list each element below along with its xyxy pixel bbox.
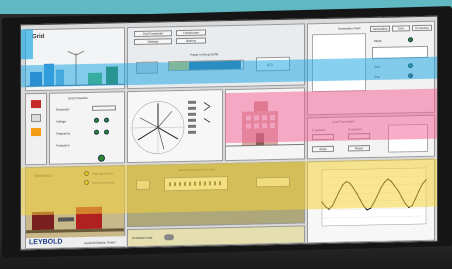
chart-panel [307, 158, 435, 244]
mode-label: Mode [374, 38, 382, 43]
power-title: Power in the grid (W) [190, 52, 219, 57]
grid-illustration [26, 50, 124, 87]
tab-grid[interactable]: Grid [392, 25, 410, 32]
voltage-indicator-2 [104, 117, 109, 123]
phasor-diagram [131, 100, 211, 154]
meter-icon-right [256, 176, 290, 188]
load-title: Load Parameters [332, 119, 356, 124]
mode-indicator [408, 37, 413, 43]
plant-display [312, 33, 366, 93]
phasor-panel [127, 89, 223, 164]
reset-button[interactable]: Reset [348, 145, 370, 152]
load-parameters-panel: Load Parameters P setpoint Q setpoint Ap… [307, 114, 435, 160]
frequency-indicator-2 [104, 129, 109, 135]
measurement-title: Measured values in the grid [178, 167, 215, 173]
plot-area [321, 167, 427, 227]
protection-row-generator: Generator [56, 107, 70, 112]
tab-consumer[interactable]: Consumer [412, 24, 432, 32]
measurement-scale [169, 181, 223, 187]
line-chart [321, 167, 427, 227]
brand-bar: LEYBOLD Leybold Didactic GmbH [26, 236, 126, 249]
pause-icon[interactable] [31, 113, 41, 123]
options-dropdown[interactable]: Options [176, 37, 206, 45]
load-table [388, 123, 428, 153]
app-title: Grid [32, 33, 45, 41]
generator-field[interactable] [92, 105, 116, 111]
protection-main-indicator [98, 154, 105, 162]
generator-title: Generator [34, 172, 53, 179]
measurement-panel: Measured values in the grid [127, 161, 305, 228]
power-bar-fill-blue [189, 60, 241, 70]
brand-footer: Leybold Didactic GmbH [84, 240, 116, 246]
top-control-panel: Grid Parameter Transformer Settings Opti… [127, 23, 305, 90]
protection-row-voltage: Voltage [56, 119, 67, 124]
stop-indicator[interactable] [408, 73, 413, 79]
apply-button[interactable]: Apply [312, 145, 334, 153]
stop-label: Stop [374, 74, 381, 79]
generator-illustration [26, 206, 124, 234]
grid-parameter-dropdown[interactable]: Grid Parameter [134, 30, 172, 37]
measurement-display [164, 176, 228, 192]
sidebar [25, 92, 47, 166]
protection-panel: Grid Protection Generator Voltage Freque… [49, 91, 125, 165]
right-panel-title: Generation Plant [338, 26, 361, 31]
generator-status-1-indicator [84, 170, 89, 177]
tab-generation[interactable]: Generation [370, 25, 390, 33]
transformer-dropdown[interactable]: Transformer [176, 29, 206, 37]
right-display-box [372, 45, 428, 60]
power-value-box: 4.0 [256, 56, 290, 72]
slider-panel: Consumer load [127, 225, 305, 248]
start-label: Start [374, 64, 381, 69]
brand-logo: LEYBOLD [29, 238, 63, 247]
meter-icon-left [136, 179, 150, 190]
voltage-indicator [94, 117, 99, 123]
export-icon[interactable] [31, 127, 41, 137]
record-icon[interactable] [31, 99, 41, 109]
protection-row-protection: Protection [56, 143, 70, 148]
grid-image-box [136, 61, 158, 74]
consumer-building-panel [225, 87, 305, 162]
p-setpoint-label: P setpoint [312, 127, 326, 133]
right-control-panel: Generation Plant Generation Grid Consume… [307, 20, 435, 116]
power-value: 4.0 [267, 62, 273, 68]
p-setpoint-input[interactable] [312, 133, 334, 141]
protection-title: Grid Protection [68, 95, 89, 101]
settings-dropdown[interactable]: Settings [134, 38, 172, 45]
grid-illustration-panel: Grid [25, 27, 125, 92]
generator-status-2-indicator [84, 179, 89, 186]
monitor-screen: Grid Grid Parameter Transformer Settings… [20, 15, 438, 251]
load-slider[interactable] [164, 234, 174, 241]
protection-row-frequency: Frequency [56, 131, 71, 136]
frequency-indicator [94, 129, 99, 135]
generator-panel: Generator Start generation Synchronize g… [25, 165, 126, 250]
q-setpoint-label: Q setpoint [348, 127, 362, 132]
q-setpoint-input[interactable] [348, 133, 370, 140]
power-bar-fill-yellow [169, 61, 189, 71]
building-illustration [226, 101, 304, 147]
power-bar [168, 59, 244, 72]
slider-label: Consumer load [132, 235, 153, 241]
generator-status-1: Start generation [92, 171, 114, 176]
start-indicator[interactable] [408, 63, 413, 69]
generator-status-2: Synchronize grid [92, 180, 115, 185]
